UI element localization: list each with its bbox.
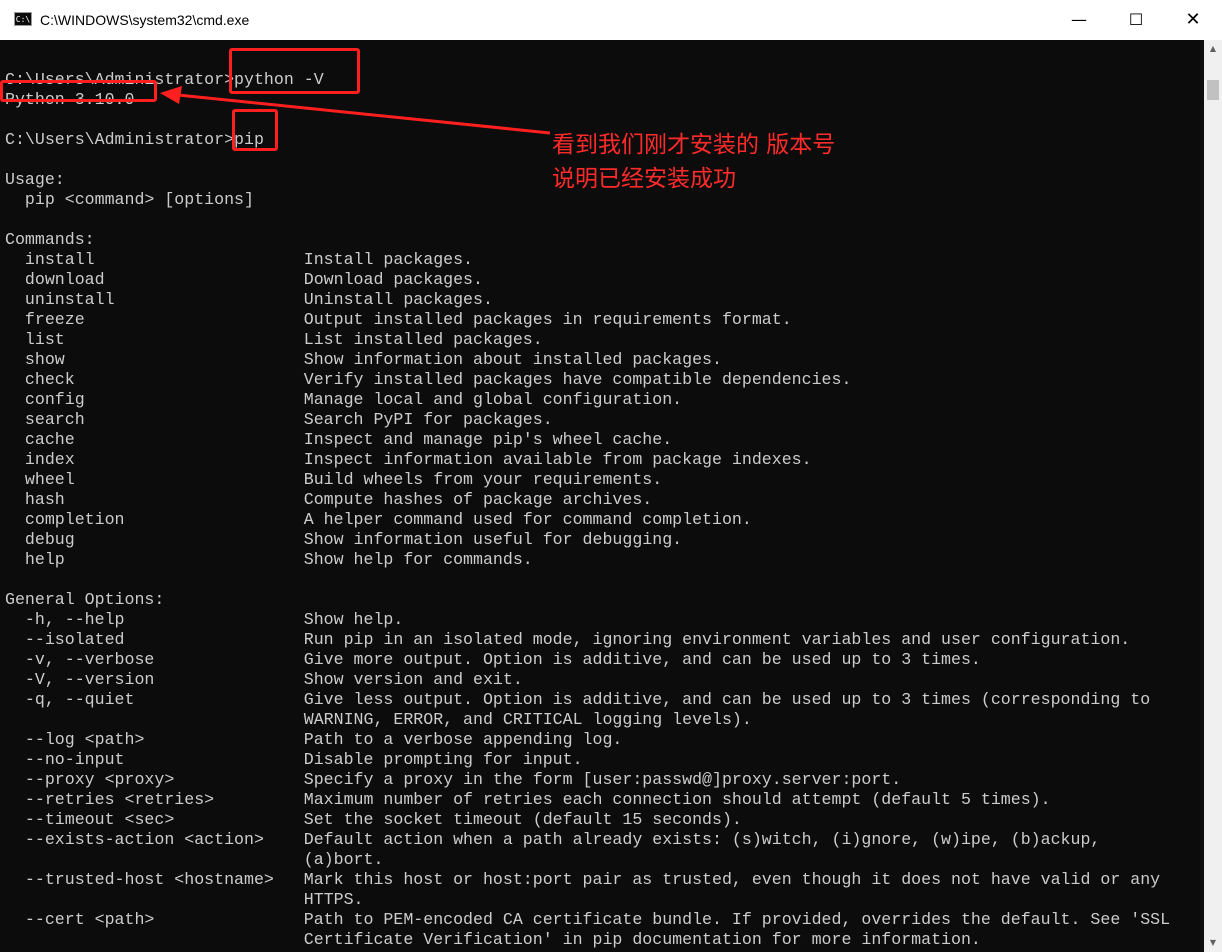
console-line: --exists-action <action> Default action … [5,830,1101,849]
annotation-line-1: 看到我们刚才安装的 版本号 [552,132,836,158]
cmd-app-icon[interactable]: C:\ [14,12,32,26]
console-line: wheel Build wheels from your requirement… [5,470,663,489]
highlight-python-version [0,80,157,102]
vertical-scrollbar[interactable]: ▲ ▼ [1204,40,1222,952]
console-line: -h, --help Show help. [5,610,404,629]
console-line: config Manage local and global configura… [5,390,683,409]
console-line: --cert <path> Path to PEM-encoded CA cer… [5,910,1171,929]
window-title: C:\WINDOWS\system32\cmd.exe [40,12,250,28]
console-line: --trusted-host <hostname> Mark this host… [5,870,1161,889]
highlight-pip-command [232,109,278,151]
console-line: help Show help for commands. [5,550,533,569]
console-line: index Inspect information available from… [5,450,812,469]
console-line: download Download packages. [5,270,483,289]
console-line: Certificate Verification' in pip documen… [5,930,981,949]
console-line: hash Compute hashes of package archives. [5,490,653,509]
console-line: --isolated Run pip in an isolated mode, … [5,630,1131,649]
console-line: cache Inspect and manage pip's wheel cac… [5,430,673,449]
console-line: install Install packages. [5,250,474,269]
console-line: check Verify installed packages have com… [5,370,852,389]
console-line: --no-input Disable prompting for input. [5,750,583,769]
close-button[interactable]: ✕ [1166,0,1220,40]
console-line: --proxy <proxy> Specify a proxy in the f… [5,770,902,789]
console-line: (a)bort. [5,850,384,869]
console-line: HTTPS. [5,890,364,909]
console-line: --log <path> Path to a verbose appending… [5,730,623,749]
minimize-button[interactable]: — [1052,0,1106,40]
annotation-line-2: 说明已经安装成功 [552,166,736,192]
console-line: C:\Users\Administrator>pip [5,130,264,149]
title-bar[interactable]: C:\ C:\WINDOWS\system32\cmd.exe — ☐ ✕ [0,0,1222,40]
console-line: list List installed packages. [5,330,543,349]
console-line: -v, --verbose Give more output. Option i… [5,650,981,669]
console-line: debug Show information useful for debugg… [5,530,683,549]
console-line: uninstall Uninstall packages. [5,290,493,309]
annotation-text: 看到我们刚才安装的 版本号 说明已经安装成功 [552,128,835,196]
scroll-up-arrow-icon[interactable]: ▲ [1204,40,1222,58]
maximize-button[interactable]: ☐ [1109,0,1163,40]
highlight-python-command [229,48,360,94]
console-line: --retries <retries> Maximum number of re… [5,790,1051,809]
console-line: completion A helper command used for com… [5,510,752,529]
console-line: freeze Output installed packages in requ… [5,310,792,329]
console-line: General Options: [5,590,165,609]
console-line: WARNING, ERROR, and CRITICAL logging lev… [5,710,752,729]
console-line: pip <command> [options] [5,190,254,209]
console-line: -V, --version Show version and exit. [5,670,523,689]
console-line: Commands: [5,230,95,249]
console-line: show Show information about installed pa… [5,350,722,369]
scrollbar-thumb[interactable] [1207,80,1219,100]
scroll-down-arrow-icon[interactable]: ▼ [1204,934,1222,952]
console-line: --timeout <sec> Set the socket timeout (… [5,810,742,829]
console-line: search Search PyPI for packages. [5,410,553,429]
console-line: -q, --quiet Give less output. Option is … [5,690,1151,709]
console-line: Usage: [5,170,65,189]
